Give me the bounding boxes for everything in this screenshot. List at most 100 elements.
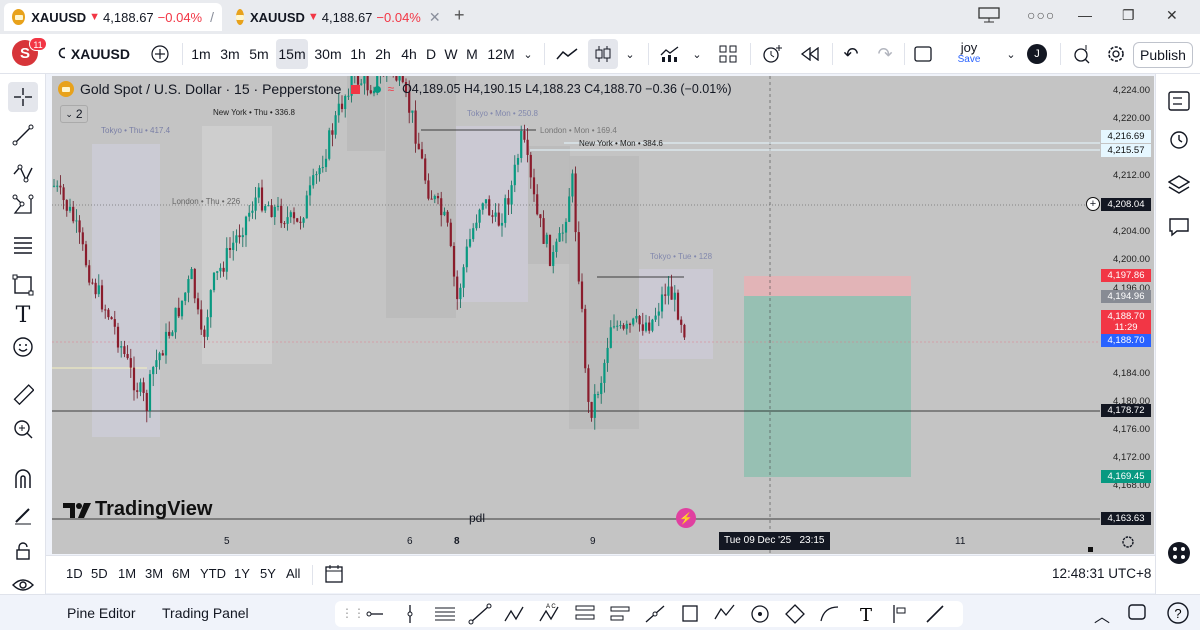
arc-icon[interactable] bbox=[820, 606, 839, 622]
short-position-icon[interactable] bbox=[610, 606, 630, 621]
compare-icon[interactable] bbox=[150, 34, 170, 74]
interval-12m[interactable]: 12M bbox=[487, 34, 515, 74]
undo-icon[interactable]: ↶ bbox=[838, 34, 864, 74]
range-6m[interactable]: 6M bbox=[172, 566, 190, 581]
collapse-panel-icon[interactable]: ︿ bbox=[1094, 603, 1110, 627]
event-flash-icon[interactable]: ⚡ bbox=[676, 508, 696, 528]
zoom-in-icon[interactable] bbox=[8, 414, 38, 444]
quick-search-icon[interactable] bbox=[1070, 34, 1094, 74]
line-chart-icon[interactable] bbox=[553, 34, 581, 74]
publish-button[interactable]: Publish bbox=[1133, 42, 1193, 68]
chart-pane[interactable]: Tokyo • Thu • 417.4 New York • Thu • 336… bbox=[52, 76, 1100, 554]
rotated-rectangle-icon[interactable] bbox=[785, 604, 805, 624]
alerts-clock-icon[interactable] bbox=[1164, 124, 1194, 154]
interval-1h[interactable]: 1h bbox=[348, 34, 368, 74]
text-icon[interactable]: T bbox=[8, 300, 38, 330]
chat-icon[interactable] bbox=[1164, 212, 1194, 242]
brush-icon[interactable] bbox=[926, 605, 944, 623]
path-icon[interactable] bbox=[714, 604, 735, 620]
chevron-down-icon[interactable]: ⌄ bbox=[690, 34, 704, 74]
ray-icon[interactable] bbox=[645, 605, 665, 623]
time-axis[interactable]: 5 6 8 9 11 Tue 09 Dec '25 23:15 bbox=[52, 531, 1100, 554]
axis-settings-icon[interactable] bbox=[1121, 535, 1135, 549]
draw-mode-icon[interactable] bbox=[8, 500, 38, 530]
goto-date-icon[interactable] bbox=[324, 564, 344, 589]
chevron-down-icon[interactable]: ⌄ bbox=[520, 34, 536, 74]
abcd-pattern-icon[interactable]: A C bbox=[539, 604, 559, 622]
fib-retracement-icon[interactable] bbox=[8, 230, 38, 260]
close-tab-icon[interactable]: / bbox=[210, 9, 214, 25]
restore-icon[interactable]: ❐ bbox=[1122, 7, 1135, 24]
add-alert-icon[interactable]: + bbox=[1086, 197, 1100, 211]
chevron-down-icon[interactable]: ⌄ bbox=[622, 34, 638, 74]
redo-icon[interactable]: ↷ bbox=[872, 34, 898, 74]
fib-channel-icon[interactable] bbox=[435, 607, 455, 621]
chevron-down-icon[interactable]: ⌄ bbox=[1004, 34, 1018, 74]
interval-30m[interactable]: 30m bbox=[312, 34, 344, 74]
alert-icon[interactable] bbox=[758, 34, 786, 74]
symbol-search[interactable]: XAUUSD bbox=[58, 34, 130, 74]
interval-15m[interactable]: 15m bbox=[276, 39, 308, 69]
circle-icon[interactable] bbox=[751, 605, 769, 623]
indicators-icon[interactable] bbox=[656, 34, 684, 74]
lock-icon[interactable] bbox=[8, 536, 38, 566]
ruler-icon[interactable] bbox=[8, 380, 38, 410]
fullscreen-icon[interactable] bbox=[910, 34, 936, 74]
interval-m[interactable]: M bbox=[464, 34, 480, 74]
drag-handle-icon[interactable]: ⋮⋮ bbox=[341, 606, 365, 620]
range-1y[interactable]: 1Y bbox=[234, 566, 250, 581]
pitchfork-icon[interactable] bbox=[8, 160, 38, 190]
trading-panel-tab[interactable]: Trading Panel bbox=[162, 605, 249, 621]
templates-icon[interactable] bbox=[716, 34, 740, 74]
interval-d[interactable]: D bbox=[424, 34, 438, 74]
emoji-icon[interactable] bbox=[8, 332, 38, 362]
interval-w[interactable]: W bbox=[443, 34, 459, 74]
rectangle-icon[interactable] bbox=[682, 605, 698, 622]
long-position-icon[interactable] bbox=[575, 605, 595, 620]
rectangle-icon[interactable] bbox=[8, 270, 38, 300]
text-icon[interactable]: T bbox=[860, 605, 872, 626]
trend-line-icon[interactable] bbox=[8, 120, 38, 150]
pine-editor-tab[interactable]: Pine Editor bbox=[67, 605, 135, 621]
clock-timezone[interactable]: 12:48:31 UTC+8 bbox=[1052, 566, 1151, 581]
range-ytd[interactable]: YTD bbox=[200, 566, 226, 581]
minimize-icon[interactable]: — bbox=[1078, 7, 1092, 23]
user-menu[interactable]: J bbox=[1026, 34, 1048, 74]
range-5d[interactable]: 5D bbox=[91, 566, 108, 581]
layout-icon[interactable] bbox=[978, 7, 1000, 26]
symbol-tab-1[interactable]: XAUUSD ▼ 4,188.67 −0.04% / bbox=[4, 3, 222, 31]
new-tab-icon[interactable]: + bbox=[454, 5, 465, 26]
more-icon[interactable]: ○○○ bbox=[1027, 7, 1055, 23]
indicators-toggle[interactable]: ⌄ 2 bbox=[60, 105, 88, 123]
object-tree-icon[interactable] bbox=[1164, 170, 1194, 200]
range-5y[interactable]: 5Y bbox=[260, 566, 276, 581]
interval-3m[interactable]: 3m bbox=[217, 34, 243, 74]
horizontal-ray-icon[interactable] bbox=[366, 611, 383, 617]
watchlist-icon[interactable] bbox=[1164, 86, 1194, 116]
range-all[interactable]: All bbox=[286, 566, 300, 581]
candles-chart-icon[interactable] bbox=[588, 39, 618, 69]
range-1m[interactable]: 1M bbox=[118, 566, 136, 581]
interval-1m[interactable]: 1m bbox=[189, 34, 213, 74]
replay-icon[interactable] bbox=[796, 34, 824, 74]
layout-save[interactable]: joy Save bbox=[952, 34, 986, 74]
xabcd-pattern-icon[interactable] bbox=[504, 606, 524, 622]
range-3m[interactable]: 3M bbox=[145, 566, 163, 581]
interval-5m[interactable]: 5m bbox=[246, 34, 272, 74]
vertical-line-icon[interactable] bbox=[407, 605, 413, 623]
apps-grid-icon[interactable] bbox=[1164, 538, 1194, 568]
range-1d[interactable]: 1D bbox=[66, 566, 83, 581]
maximize-panel-icon[interactable] bbox=[1128, 604, 1146, 625]
interval-4h[interactable]: 4h bbox=[398, 34, 420, 74]
close-tab-icon[interactable]: ✕ bbox=[429, 9, 441, 26]
magnet-icon[interactable] bbox=[8, 464, 38, 494]
flag-icon[interactable] bbox=[893, 605, 906, 623]
symbol-tab-2[interactable]: XAUUSD ▼ 4,188.67 −0.04% ✕ bbox=[228, 3, 446, 31]
trend-line-icon[interactable] bbox=[468, 603, 492, 625]
interval-2h[interactable]: 2h bbox=[372, 34, 394, 74]
node-path-icon[interactable] bbox=[8, 190, 38, 220]
crosshair-icon[interactable] bbox=[8, 82, 38, 112]
help-icon[interactable]: ? bbox=[1166, 601, 1190, 630]
close-window-icon[interactable]: ✕ bbox=[1166, 7, 1178, 24]
legend-title[interactable]: Gold Spot / U.S. Dollar · 15 · Peppersto… bbox=[80, 81, 341, 97]
